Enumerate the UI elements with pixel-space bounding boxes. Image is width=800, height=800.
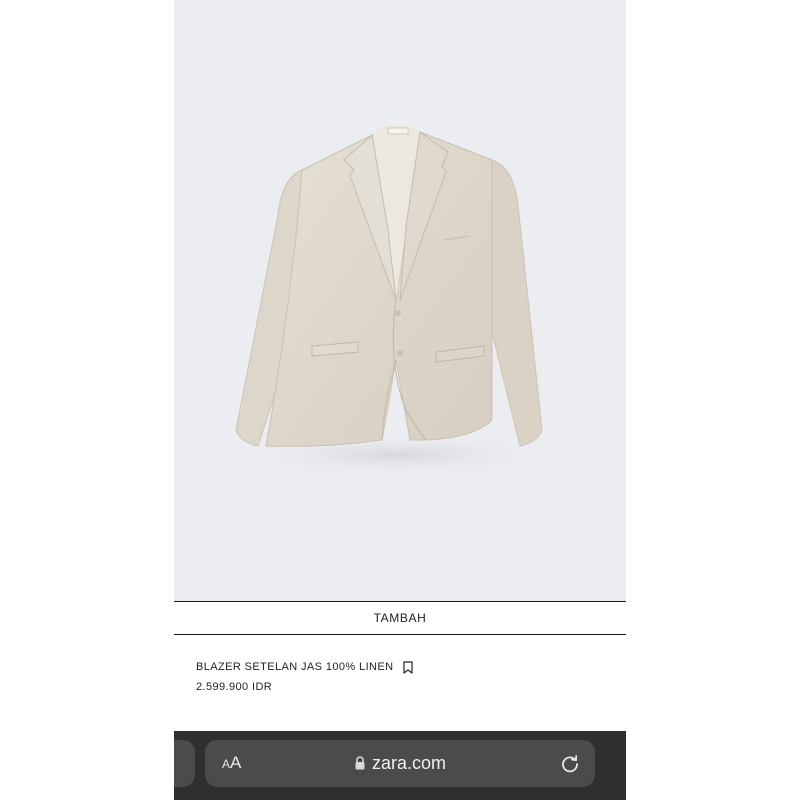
url-display[interactable]: zara.com [205,753,595,773]
product-page: TAMBAH BLAZER SETELAN JAS 100% LINEN 2.5… [174,0,626,800]
product-name: BLAZER SETELAN JAS 100% LINEN [196,661,394,673]
add-to-cart-button[interactable]: TAMBAH [174,601,626,635]
url-text: zara.com [371,753,447,773]
add-to-cart-label: TAMBAH [373,611,427,625]
product-info: BLAZER SETELAN JAS 100% LINEN 2.599.900 … [196,660,596,693]
reload-icon[interactable] [559,752,581,774]
lock-icon [354,755,366,771]
bookmark-icon[interactable] [401,660,415,674]
blazer-photo [226,126,566,477]
product-price: 2.599.900 IDR [196,681,273,693]
address-bar[interactable]: AA zara.com [205,740,595,787]
product-image[interactable] [174,0,626,601]
previous-tab[interactable] [174,740,195,787]
browser-toolbar: AA zara.com [174,731,626,800]
product-name-row: BLAZER SETELAN JAS 100% LINEN [196,660,596,674]
